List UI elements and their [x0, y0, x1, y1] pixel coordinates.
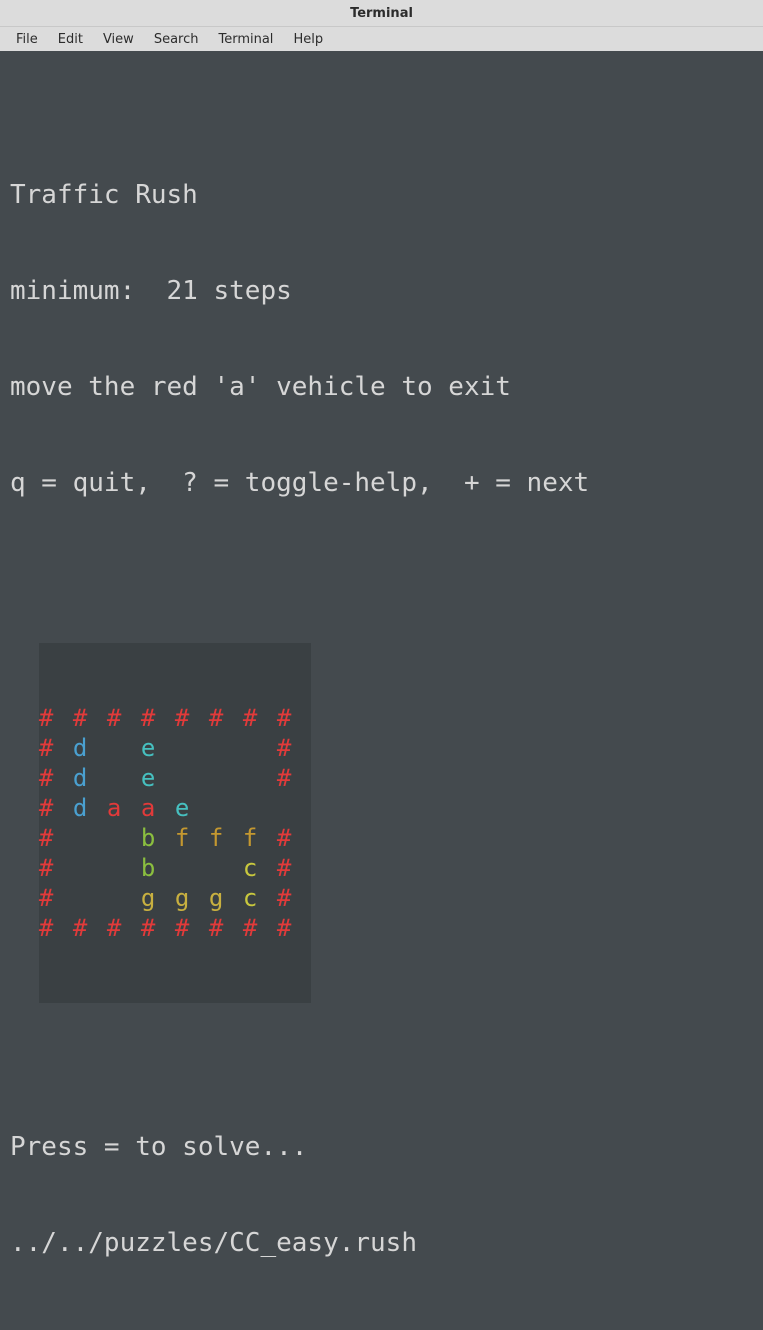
cell-wall: #: [39, 793, 73, 823]
board-row: #d e #: [39, 763, 311, 793]
cell-wall: #: [175, 703, 209, 733]
cell-wall: #: [73, 913, 107, 943]
cell-wall: #: [39, 703, 73, 733]
game-minimum: minimum: 21 steps: [10, 275, 753, 307]
cell-c: c: [243, 853, 277, 883]
cell-wall: #: [243, 703, 277, 733]
cell-wall: #: [107, 703, 141, 733]
cell-wall: #: [107, 913, 141, 943]
cell-wall: #: [141, 913, 175, 943]
menu-edit[interactable]: Edit: [48, 30, 93, 49]
window-titlebar: Terminal: [0, 0, 763, 26]
cell-e: e: [141, 733, 175, 763]
cell-a: a: [141, 793, 175, 823]
cell-b: b: [141, 853, 175, 883]
cell-wall: #: [277, 733, 311, 763]
cell-wall: #: [277, 883, 311, 913]
game-goal: move the red 'a' vehicle to exit: [10, 371, 753, 403]
cell-f: f: [175, 823, 209, 853]
cell-wall: #: [39, 913, 73, 943]
game-title: Traffic Rush: [10, 179, 753, 211]
cell-g: g: [175, 883, 209, 913]
cell-empty: [175, 853, 209, 883]
menubar: File Edit View Search Terminal Help: [0, 26, 763, 51]
cell-b: b: [141, 823, 175, 853]
cell-empty: [107, 763, 141, 793]
cell-wall: #: [277, 913, 311, 943]
cell-empty: [209, 733, 243, 763]
cell-e: e: [141, 763, 175, 793]
cell-empty: [277, 793, 311, 823]
game-solve-hint: Press = to solve...: [10, 1131, 753, 1163]
game-file-path: ../../puzzles/CC_easy.rush: [10, 1227, 753, 1259]
cell-wall: #: [39, 763, 73, 793]
cell-wall: #: [175, 913, 209, 943]
cell-empty: [107, 823, 141, 853]
board-row: # gggc#: [39, 883, 311, 913]
cell-c: c: [243, 883, 277, 913]
cell-wall: #: [39, 853, 73, 883]
menu-file[interactable]: File: [6, 30, 48, 49]
cell-empty: [73, 823, 107, 853]
cell-empty: [243, 763, 277, 793]
cell-empty: [107, 883, 141, 913]
cell-wall: #: [39, 823, 73, 853]
cell-g: g: [209, 883, 243, 913]
cell-empty: [175, 763, 209, 793]
cell-a: a: [107, 793, 141, 823]
cell-wall: #: [277, 763, 311, 793]
cell-wall: #: [141, 703, 175, 733]
cell-wall: #: [243, 913, 277, 943]
cell-wall: #: [277, 853, 311, 883]
board-row: # bfff#: [39, 823, 311, 853]
menu-search[interactable]: Search: [144, 30, 209, 49]
cell-empty: [73, 883, 107, 913]
board-row: ########: [39, 913, 311, 943]
cell-wall: #: [39, 883, 73, 913]
cell-empty: [73, 853, 107, 883]
game-controls: q = quit, ? = toggle-help, + = next: [10, 467, 753, 499]
cell-empty: [209, 763, 243, 793]
cell-wall: #: [277, 703, 311, 733]
cell-empty: [209, 793, 243, 823]
cell-wall: #: [277, 823, 311, 853]
board-row: ########: [39, 703, 311, 733]
cell-f: f: [209, 823, 243, 853]
cell-d: d: [73, 733, 107, 763]
menu-view[interactable]: View: [93, 30, 144, 49]
cell-wall: #: [73, 703, 107, 733]
cell-empty: [243, 733, 277, 763]
cell-wall: #: [209, 913, 243, 943]
game-board: #########d e ##d e ##daae # bfff## b c##…: [39, 643, 311, 1003]
cell-d: d: [73, 793, 107, 823]
cell-wall: #: [209, 703, 243, 733]
board-row: # b c#: [39, 853, 311, 883]
cell-empty: [175, 733, 209, 763]
cell-empty: [107, 853, 141, 883]
board-row: #d e #: [39, 733, 311, 763]
cell-d: d: [73, 763, 107, 793]
terminal-area[interactable]: Traffic Rush minimum: 21 steps move the …: [0, 51, 763, 1330]
cell-f: f: [243, 823, 277, 853]
cell-g: g: [141, 883, 175, 913]
cell-empty: [107, 733, 141, 763]
cell-empty: [243, 793, 277, 823]
menu-help[interactable]: Help: [283, 30, 333, 49]
window-title: Terminal: [350, 6, 413, 21]
cell-e: e: [175, 793, 209, 823]
cell-wall: #: [39, 733, 73, 763]
cell-empty: [209, 853, 243, 883]
board-row: #daae: [39, 793, 311, 823]
menu-terminal[interactable]: Terminal: [208, 30, 283, 49]
